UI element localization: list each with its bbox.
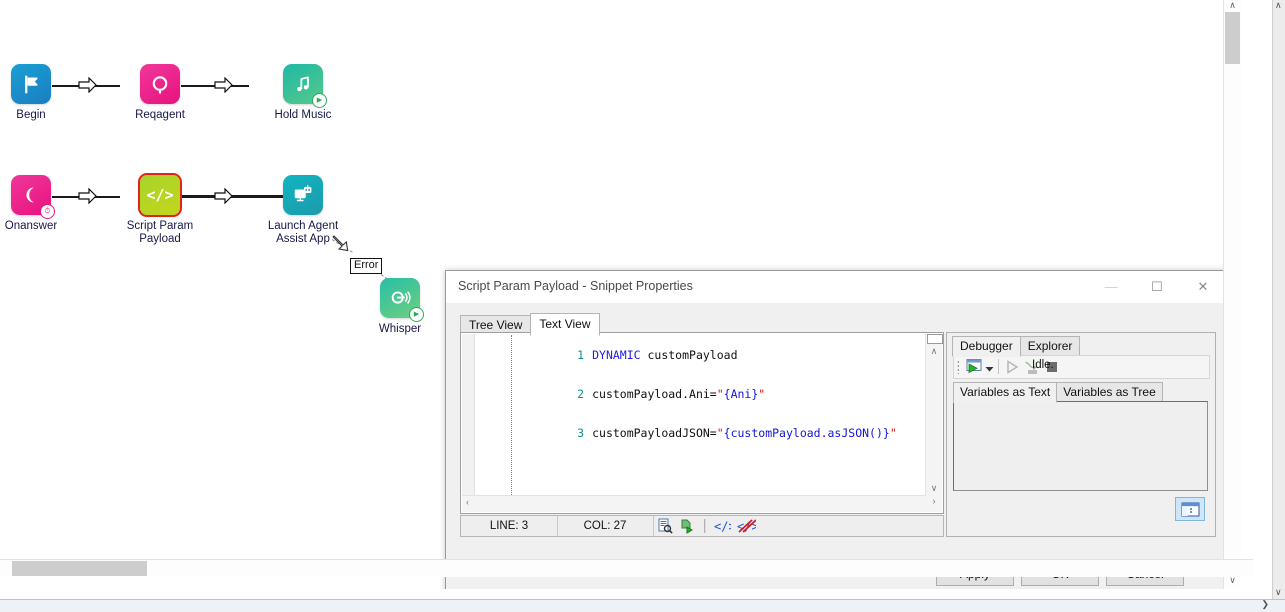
flag-icon: [11, 64, 51, 104]
editor-gutter-band: [462, 334, 475, 512]
flow-node-label: Onanswer: [0, 220, 86, 233]
error-branch-label[interactable]: Error: [350, 258, 382, 274]
dropdown-arrow-icon[interactable]: [985, 362, 994, 376]
scrollbar-thumb[interactable]: [1225, 12, 1240, 64]
music-note-icon: ▶: [283, 64, 323, 104]
code-line: 3customPayloadJSON="{customPayload.asJSO…: [475, 414, 923, 453]
debugger-tabstrip: DebuggerExplorer: [952, 336, 1079, 357]
tab-variables-as-text[interactable]: Variables as Text: [953, 382, 1057, 403]
flow-canvas[interactable]: Begin Reqagent ▶ Hold Music: [0, 0, 1253, 589]
outer-scroll-up-icon[interactable]: ∧: [1275, 0, 1282, 11]
dialog-title-bar[interactable]: Script Param Payload - Snippet Propertie…: [446, 271, 1226, 304]
run-script-icon[interactable]: [679, 518, 695, 534]
svg-text:</>: </>: [714, 520, 731, 534]
scrollbar-thumb[interactable]: [927, 334, 943, 344]
speaker-icon: ▶: [380, 278, 420, 318]
script-editor[interactable]: 1 DYNAMIC customPayload 2 customPayload.An…: [460, 332, 944, 514]
code-token: DYNAMIC: [592, 348, 640, 362]
flow-node-label: Hold Music: [248, 109, 358, 122]
close-icon[interactable]: ✕: [1180, 271, 1226, 302]
tab-explorer[interactable]: Explorer: [1020, 336, 1081, 357]
code-token: {Ani}: [724, 387, 759, 401]
tab-variables-as-tree[interactable]: Variables as Tree: [1056, 382, 1163, 403]
code-token: customPayloadJSON=: [592, 426, 717, 440]
editor-code-area[interactable]: 1 DYNAMIC customPayload 2 customPayload.An…: [475, 336, 923, 495]
debugger-toolbar: Idle.: [953, 355, 1210, 379]
code-line: 2customPayload.Ani="{Ani}": [475, 375, 923, 414]
canvas-vertical-scrollbar[interactable]: ∧ ∨: [1223, 0, 1241, 589]
code-token: ": [717, 426, 724, 440]
debugger-panel: DebuggerExplorer: [946, 332, 1216, 537]
flow-node-begin[interactable]: Begin: [0, 64, 86, 122]
run-debug-icon[interactable]: [964, 358, 984, 376]
variables-output-area[interactable]: [953, 401, 1208, 491]
scroll-up-icon[interactable]: ∧: [926, 346, 942, 357]
flow-node-reqagent[interactable]: Reqagent: [105, 64, 215, 122]
column-indicator: COL: 27: [557, 516, 654, 536]
view-tabstrip: Tree ViewText View: [460, 313, 599, 332]
toolbar-grip[interactable]: [957, 360, 959, 374]
outer-horizontal-strip: ❯: [0, 599, 1285, 612]
code-token: ": [890, 426, 897, 440]
show-panel-icon[interactable]: [1175, 497, 1205, 521]
arrow-reqagent-holdmusic: [214, 77, 234, 93]
continue-icon[interactable]: [1006, 360, 1019, 377]
flow-node-script-param-payload[interactable]: </> Script Param Payload: [105, 175, 215, 245]
flow-node-label: Begin: [0, 109, 86, 122]
headset-icon: [140, 64, 180, 104]
flow-node-label: Script Param Payload: [105, 220, 215, 245]
play-badge-icon: ▶: [312, 93, 327, 108]
tab-text-view[interactable]: Text View: [530, 313, 599, 336]
status-divider: [704, 519, 706, 533]
canvas-horizontal-scrollbar[interactable]: [0, 559, 1253, 577]
scroll-down-icon[interactable]: ∨: [1224, 575, 1241, 589]
clock-badge-icon: ⏱: [40, 204, 55, 219]
minimize-icon[interactable]: —: [1088, 271, 1134, 302]
code-token: {customPayload.asJSON()}: [724, 426, 890, 440]
editor-vertical-scrollbar[interactable]: ∧ ∨: [925, 334, 942, 496]
play-badge-icon: ▶: [409, 307, 424, 322]
editor-status-bar: LINE: 3 COL: 27 </> </>: [460, 515, 944, 537]
maximize-icon[interactable]: ☐: [1134, 271, 1180, 302]
tab-debugger[interactable]: Debugger: [952, 336, 1021, 357]
line-indicator: LINE: 3: [461, 516, 558, 536]
flow-node-label: Whisper: [345, 323, 455, 336]
snippet-properties-dialog[interactable]: Script Param Payload - Snippet Propertie…: [445, 270, 1227, 589]
scroll-left-icon[interactable]: ‹: [466, 497, 469, 507]
flow-node-whisper[interactable]: ▶ Whisper: [345, 278, 455, 336]
flow-node-hold-music[interactable]: ▶ Hold Music: [248, 64, 358, 122]
find-in-file-icon[interactable]: [657, 518, 673, 534]
scrollbar-thumb[interactable]: [12, 561, 147, 576]
dialog-title: Script Param Payload - Snippet Propertie…: [458, 279, 693, 293]
robot-screen-icon: [283, 175, 323, 215]
arrow-script-agentapp: [214, 188, 234, 204]
code-token: ": [758, 387, 765, 401]
code-validate-icon[interactable]: </>: [713, 518, 729, 534]
code-tags-icon: </>: [140, 175, 180, 215]
code-line: 1 DYNAMIC customPayload: [475, 336, 923, 375]
arrow-error-branch: [332, 233, 352, 249]
code-token: ": [717, 387, 724, 401]
line-number: 2: [558, 388, 584, 401]
editor-horizontal-scrollbar[interactable]: ‹: [462, 495, 926, 512]
toolbar-separator: [998, 359, 999, 374]
code-token: customPayload: [641, 348, 738, 362]
outer-scroll-right-icon[interactable]: ❯: [1261, 599, 1269, 610]
scroll-down-icon[interactable]: ∨: [926, 483, 942, 494]
flow-node-label: Reqagent: [105, 109, 215, 122]
code-token: customPayload.Ani=: [592, 387, 717, 401]
editor-scroll-corner[interactable]: ›: [926, 496, 942, 512]
line-number: 1: [558, 349, 584, 362]
phone-icon: ⏱: [11, 175, 51, 215]
flow-node-onanswer[interactable]: ⏱ Onanswer: [0, 175, 86, 233]
outer-scroll-down-icon[interactable]: ∨: [1275, 587, 1282, 598]
debugger-status-text: Idle.: [1032, 359, 1054, 371]
code-clear-icon[interactable]: </>: [736, 518, 756, 534]
dialog-body: Tree ViewText View 1 DYNAMIC customPayloa…: [446, 303, 1226, 589]
variables-tabstrip: Variables as TextVariables as Tree: [953, 382, 1162, 403]
line-number: 3: [558, 427, 584, 440]
outer-vertical-strip: ∧ ∨: [1272, 0, 1285, 612]
